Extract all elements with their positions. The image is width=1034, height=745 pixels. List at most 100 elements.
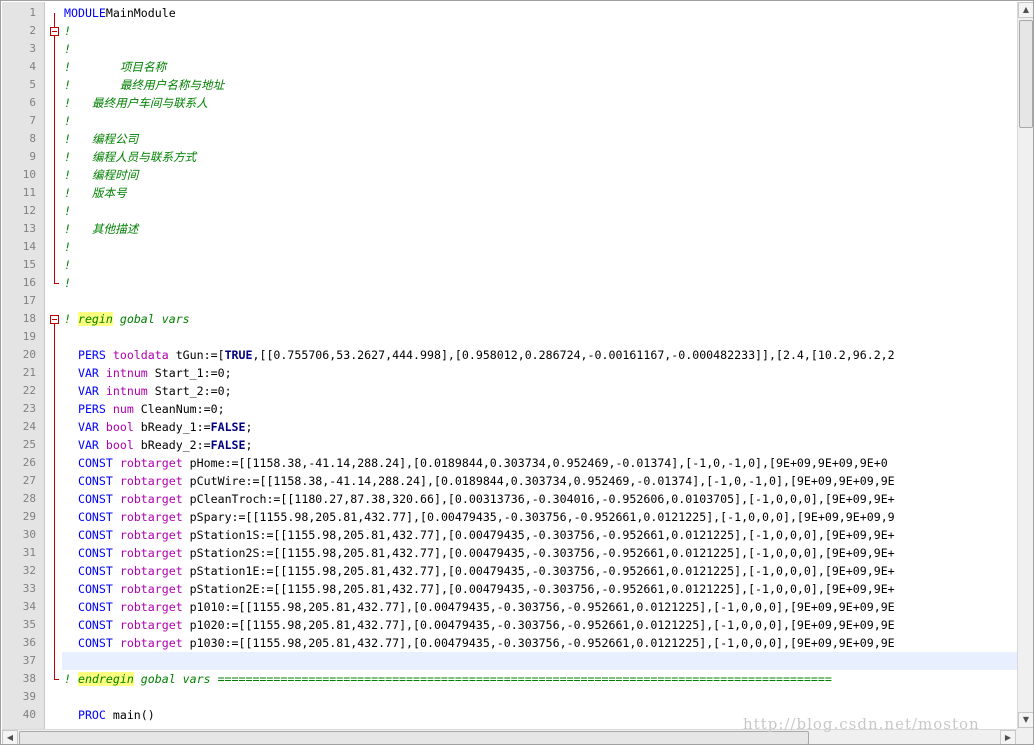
vertical-scroll-thumb[interactable] bbox=[1019, 20, 1033, 128]
line-number: 33 bbox=[22, 582, 36, 595]
keyword-token: CONST bbox=[77, 456, 113, 470]
code-area[interactable]: MODULEMainModule!! ! 项目名称 ! 最终用户名称与地址 ! 最终用… bbox=[62, 2, 1017, 729]
fold-toggle-header-comment[interactable] bbox=[50, 27, 59, 36]
code-line[interactable]: VAR bool bReady_2:=FALSE; bbox=[64, 436, 253, 454]
code-line[interactable]: CONST robtarget pCutWire:=[[1158.38,-41.… bbox=[64, 472, 895, 490]
fold-toggle-region[interactable] bbox=[50, 315, 59, 324]
line-number: 17 bbox=[22, 294, 36, 307]
code-token: FALSE bbox=[210, 420, 246, 434]
code-line[interactable]: CONST robtarget pStation2S:=[[1155.98,20… bbox=[64, 544, 895, 562]
code-line[interactable]: ! bbox=[64, 22, 71, 40]
code-line[interactable]: CONST robtarget pSpary:=[[1155.98,205.81… bbox=[64, 508, 895, 526]
code-line[interactable]: ! 最终用户名称与地址 bbox=[64, 76, 224, 94]
line-number: 36 bbox=[22, 636, 36, 649]
comment-token: ! bbox=[64, 240, 71, 254]
code-line[interactable]: VAR intnum Start_2:=0; bbox=[64, 382, 232, 400]
type-token: robtarget bbox=[119, 456, 183, 470]
line-number: 1 bbox=[29, 6, 36, 19]
scrollbar-corner bbox=[1017, 729, 1033, 744]
line-number: 38 bbox=[22, 672, 36, 685]
fold-range-line bbox=[54, 36, 55, 283]
code-line[interactable]: PERS num CleanNum:=0; bbox=[64, 400, 225, 418]
code-line[interactable]: CONST robtarget pStation1S:=[[1155.98,20… bbox=[64, 526, 895, 544]
code-line[interactable]: ! 最终用户车间与联系人 bbox=[64, 94, 208, 112]
code-line[interactable]: ! bbox=[64, 256, 71, 274]
code-line[interactable]: ! bbox=[64, 40, 71, 58]
keyword-token: VAR bbox=[77, 384, 99, 398]
scroll-up-button[interactable]: ▲ bbox=[1018, 2, 1033, 18]
code-line[interactable]: ! bbox=[64, 202, 71, 220]
type-token: bool bbox=[105, 438, 134, 452]
comment-token: ! bbox=[64, 672, 78, 686]
code-line[interactable]: ! bbox=[64, 112, 71, 130]
code-editor[interactable]: 1 2 3 4 5 6 7 8 9 10 11 12 13 14 15 16 17 18 19 20 21 22 23 24 2… bbox=[0, 0, 1034, 745]
line-number: 3 bbox=[29, 42, 36, 55]
keyword-token: PROC bbox=[77, 708, 106, 722]
code-line[interactable]: ! regin gobal vars bbox=[64, 310, 190, 328]
line-number-gutter: 1 2 3 4 5 6 7 8 9 10 11 12 13 14 15 16 17 18 19 20 21 22 23 24 2… bbox=[2, 2, 45, 729]
line-number: 20 bbox=[22, 348, 36, 361]
scroll-left-button[interactable]: ◀ bbox=[2, 730, 18, 744]
code-line[interactable]: CONST robtarget pStation1E:=[[1155.98,20… bbox=[64, 562, 895, 580]
code-line[interactable]: ! 版本号 bbox=[64, 184, 127, 202]
fold-margin[interactable] bbox=[45, 2, 62, 729]
comment-token: ! 其他描述 bbox=[64, 222, 139, 236]
keyword-token: CONST bbox=[77, 582, 113, 596]
code-token: pCleanTroch:=[[1180.27,87.38,320.66],[0.… bbox=[182, 492, 895, 506]
code-token: ; bbox=[245, 420, 253, 434]
code-line[interactable]: ! bbox=[64, 238, 71, 256]
code-line[interactable]: CONST robtarget p1030:=[[1155.98,205.81,… bbox=[64, 634, 895, 652]
line-number: 6 bbox=[29, 96, 36, 109]
code-line[interactable]: VAR bool bReady_1:=FALSE; bbox=[64, 418, 253, 436]
code-line[interactable]: ! 编程时间 bbox=[64, 166, 138, 184]
code-line[interactable]: ! 编程公司 bbox=[64, 130, 138, 148]
code-line[interactable]: ! 编程人员与联系方式 bbox=[64, 148, 196, 166]
code-line[interactable]: PERS tooldata tGun:=[TRUE,[[0.755706,53.… bbox=[64, 346, 895, 364]
line-number: 13 bbox=[22, 222, 36, 235]
code-line[interactable]: ! 项目名称 bbox=[64, 58, 166, 76]
keyword-token: PERS bbox=[77, 348, 106, 362]
code-line[interactable]: PROC main() bbox=[64, 706, 155, 724]
code-line[interactable]: CONST robtarget pHome:=[[1158.38,-41.14,… bbox=[64, 454, 888, 472]
type-token: robtarget bbox=[119, 474, 183, 488]
keyword-token: CONST bbox=[77, 492, 113, 506]
code-line[interactable]: ! endregin gobal vars ==================… bbox=[64, 670, 832, 688]
code-line[interactable]: ! bbox=[64, 274, 71, 292]
line-number: 22 bbox=[22, 384, 36, 397]
code-line[interactable]: ! 其他描述 bbox=[64, 220, 138, 238]
line-number: 2 bbox=[29, 24, 36, 37]
horizontal-scroll-thumb[interactable] bbox=[19, 731, 809, 744]
comment-token: gobal vars =============================… bbox=[133, 672, 832, 686]
scroll-right-button[interactable]: ▶ bbox=[1000, 730, 1016, 744]
code-line[interactable]: CONST robtarget p1020:=[[1155.98,205.81,… bbox=[64, 616, 895, 634]
scroll-down-button[interactable]: ▼ bbox=[1018, 712, 1033, 728]
comment-token: ! 项目名称 bbox=[64, 60, 167, 74]
code-line[interactable]: CONST robtarget pCleanTroch:=[[1180.27,8… bbox=[64, 490, 895, 508]
code-token: p1020:=[[1155.98,205.81,432.77],[0.00479… bbox=[182, 618, 895, 632]
vertical-scrollbar[interactable]: ▲ ▼ bbox=[1017, 2, 1033, 729]
code-line[interactable]: MODULEMainModule bbox=[64, 4, 176, 22]
chevron-up-icon: ▲ bbox=[1022, 5, 1030, 14]
line-number: 5 bbox=[29, 78, 36, 91]
code-line[interactable]: CONST robtarget pStation2E:=[[1155.98,20… bbox=[64, 580, 895, 598]
code-token: CleanNum:=0; bbox=[133, 402, 225, 416]
code-line[interactable]: CONST robtarget p1010:=[[1155.98,205.81,… bbox=[64, 598, 895, 616]
code-token: Start_2:=0; bbox=[147, 384, 232, 398]
type-token: bool bbox=[105, 420, 134, 434]
code-line[interactable]: VAR intnum Start_1:=0; bbox=[64, 364, 232, 382]
